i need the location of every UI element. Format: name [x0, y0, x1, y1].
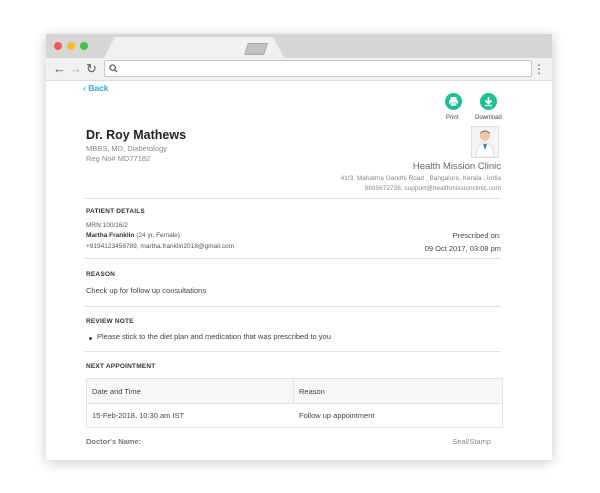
column-separator — [293, 379, 294, 403]
table-header: Date and Time Reason — [87, 379, 502, 404]
review-note-heading: REVIEW NOTE — [86, 318, 134, 325]
patient-details-heading: PATIENT DETAILS — [86, 208, 145, 215]
column-header-date: Date and Time — [92, 387, 141, 396]
review-note-item: Please stick to the diet plan and medica… — [97, 332, 331, 341]
search-icon — [109, 64, 118, 73]
minimize-window-button[interactable] — [67, 42, 75, 50]
browser-toolbar: ← → ↻ ⋮ — [46, 58, 552, 81]
print-button[interactable] — [445, 93, 462, 110]
download-icon — [484, 97, 493, 107]
printer-icon — [449, 97, 458, 107]
clinic-address: 41/3, Mahatma Gandhi Road , Bangalore, K… — [340, 175, 501, 182]
address-bar[interactable] — [104, 60, 532, 77]
back-link-label: Back — [88, 83, 109, 93]
seal-stamp-label: Seal/Stamp — [452, 437, 491, 446]
appointment-reason-cell: Follow up appointment — [299, 411, 375, 420]
download-button[interactable] — [480, 93, 497, 110]
patient-contact: +9194123456789, martha.franklin2018@gmai… — [86, 243, 235, 250]
clinic-name: Health Mission Clinic — [412, 161, 501, 172]
divider — [85, 351, 501, 352]
patient-mrn: MRN:100/16/2 — [86, 222, 128, 229]
doctor-registration: Reg No# MD77182 — [86, 154, 151, 163]
prescribed-date: 09 Oct 2017, 03:08 pm — [424, 244, 501, 253]
doctor-avatar — [471, 126, 499, 158]
menu-dots-icon[interactable]: ⋮ — [533, 61, 545, 77]
browser-window: ← → ↻ ⋮ ‹ Back Print Download Dr. Roy Ma… — [46, 34, 552, 460]
clinic-contact: 9895672738, support@healthmissionclinic.… — [364, 185, 501, 192]
print-label: Print — [446, 115, 459, 121]
back-link[interactable]: ‹ Back — [83, 83, 109, 93]
title-bar — [46, 34, 552, 58]
download-label: Download — [475, 115, 502, 121]
chevron-left-icon: ‹ — [83, 83, 86, 93]
prescribed-on-label: Prescribed on: — [452, 231, 501, 240]
back-arrow-icon[interactable]: ← — [53, 60, 66, 78]
doctor-name: Dr. Roy Mathews — [86, 128, 187, 142]
maximize-window-button[interactable] — [80, 42, 88, 50]
reason-heading: REASON — [86, 271, 116, 278]
appointment-table: Date and Time Reason 15-Feb-2018, 10:30 … — [86, 378, 503, 428]
forward-arrow-icon[interactable]: → — [69, 60, 82, 78]
divider — [85, 258, 501, 259]
patient-name-line: Martha Franklin (24 yr, Female) — [86, 232, 180, 239]
reason-text: Check up for follow up consultations — [86, 286, 207, 295]
new-tab-button[interactable] — [244, 43, 268, 55]
next-appointment-heading: NEXT APPOINTMENT — [86, 363, 156, 370]
patient-age-gender: (24 yr, Female) — [136, 232, 180, 239]
patient-name: Martha Franklin — [86, 232, 135, 239]
close-window-button[interactable] — [54, 42, 62, 50]
appointment-date-cell: 15-Feb-2018, 10:30 am IST — [92, 411, 185, 420]
column-header-reason: Reason — [299, 387, 325, 396]
reload-icon[interactable]: ↻ — [86, 60, 97, 78]
bullet-icon — [89, 337, 92, 340]
prescription-page: ‹ Back Print Download Dr. Roy Mathews MB… — [46, 81, 552, 460]
doctor-qualifications: MBBS, MD, Diabetology — [86, 144, 167, 153]
doctor-name-label: Doctor's Name: — [86, 437, 142, 446]
divider — [85, 198, 501, 199]
doctor-avatar-icon — [475, 130, 495, 158]
divider — [85, 306, 501, 307]
